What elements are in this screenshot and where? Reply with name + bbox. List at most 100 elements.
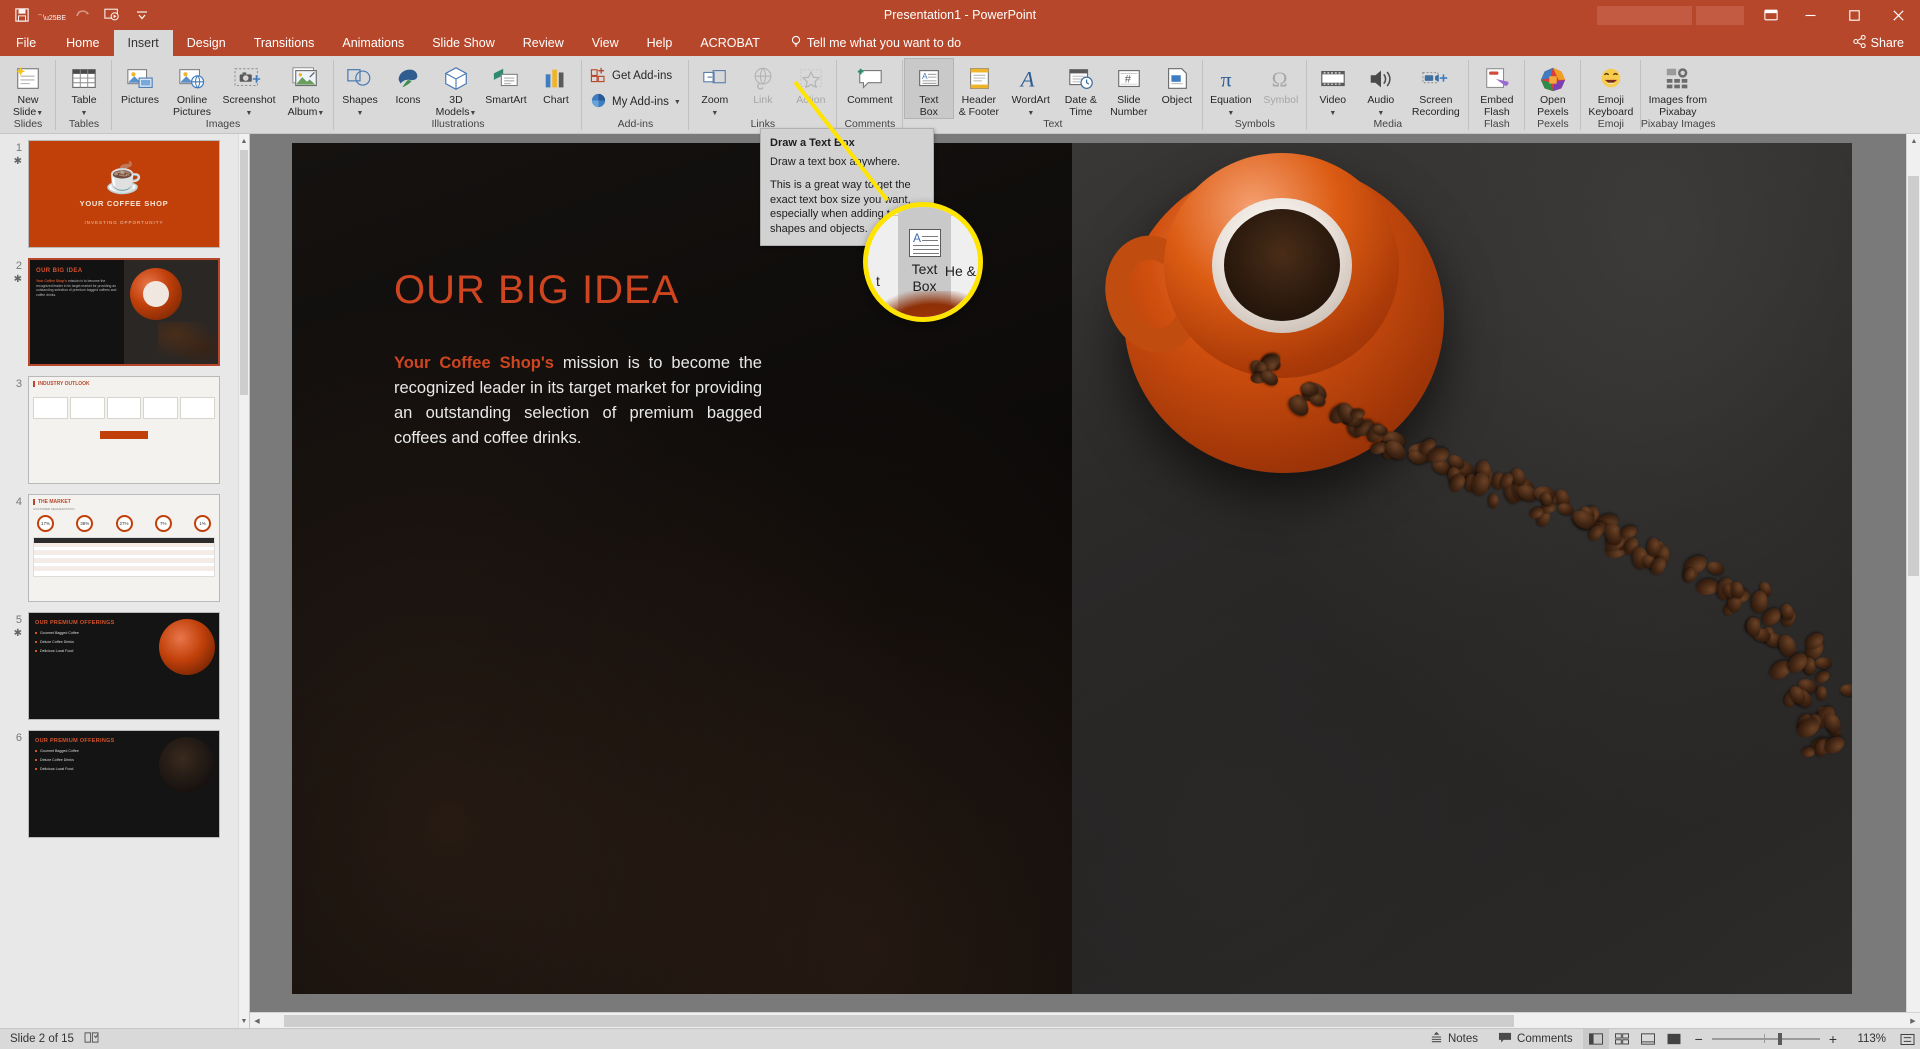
slide-thumbnail-3[interactable]: INDUSTRY OUTLOOK: [28, 376, 220, 484]
online-pictures-button[interactable]: Online Pictures: [166, 59, 218, 118]
tab-review[interactable]: Review: [509, 30, 578, 56]
chart-button[interactable]: Chart: [532, 59, 580, 107]
audio-button[interactable]: Audio ▼: [1357, 59, 1405, 118]
list-item[interactable]: 4 THE MARKET CUSTOMER SEGMENTATION 17% 3…: [0, 494, 238, 612]
slide-thumbnail-5[interactable]: OUR PREMIUM OFFERINGS Gourmet Bagged Cof…: [28, 612, 220, 720]
notes-button[interactable]: Notes: [1420, 1029, 1488, 1049]
quick-access-toolbar[interactable]: \u25BE: [0, 3, 156, 27]
video-button[interactable]: Video ▼: [1309, 59, 1357, 118]
zoom-button[interactable]: Zoom ▼: [691, 59, 739, 118]
scroll-up-icon[interactable]: ▲: [239, 134, 249, 148]
list-item[interactable]: 5 ✱ OUR PREMIUM OFFERINGS Gourmet Bagged…: [0, 612, 238, 730]
zoom-in-button[interactable]: +: [1829, 1031, 1837, 1047]
tab-insert[interactable]: Insert: [113, 30, 173, 56]
restore-button[interactable]: [1832, 0, 1876, 30]
emoji-keyboard-button[interactable]: Emoji Keyboard: [1583, 59, 1639, 118]
tab-slide-show[interactable]: Slide Show: [418, 30, 509, 56]
object-button[interactable]: Object: [1153, 59, 1201, 107]
open-pexels-button[interactable]: Open Pexels: [1527, 59, 1579, 118]
link-button[interactable]: Link: [739, 59, 787, 107]
slide-show-view-button[interactable]: [1661, 1029, 1687, 1049]
close-button[interactable]: [1876, 0, 1920, 30]
redo-icon[interactable]: [68, 3, 96, 27]
photo-album-button[interactable]: Photo Album▼: [280, 59, 332, 118]
reading-view-button[interactable]: [1635, 1029, 1661, 1049]
zoom-out-button[interactable]: −: [1695, 1031, 1703, 1047]
slide-number-button[interactable]: # Slide Number: [1105, 59, 1153, 118]
zoom-slider-knob[interactable]: [1777, 1033, 1782, 1045]
customize-quick-access-toolbar-icon[interactable]: [128, 3, 156, 27]
accessibility-checker-icon[interactable]: [84, 1031, 99, 1047]
zoom-control[interactable]: − + 113%: [1687, 1031, 1894, 1047]
zoom-slider[interactable]: [1711, 1033, 1820, 1045]
slide-thumbnail-list[interactable]: 1 ✱ ☕ YOUR COFFEE SHOP INVESTING OPPORTU…: [0, 134, 238, 1028]
screen-recording-button[interactable]: Screen Recording: [1405, 59, 1467, 118]
pictures-button[interactable]: Pictures: [114, 59, 166, 107]
get-addins-button[interactable]: Get Add-ins: [584, 63, 678, 89]
scroll-up-icon[interactable]: ▲: [1907, 134, 1920, 148]
chevron-down-icon[interactable]: ▼: [674, 99, 681, 106]
tab-file[interactable]: File: [0, 30, 52, 56]
shapes-button[interactable]: Shapes ▼: [336, 59, 384, 118]
scrollbar-thumb[interactable]: [284, 1014, 1514, 1027]
window-controls[interactable]: [1597, 0, 1920, 30]
scrollbar-thumb[interactable]: [1908, 176, 1919, 576]
tab-animations[interactable]: Animations: [328, 30, 418, 56]
slide-image-area[interactable]: [1072, 143, 1852, 994]
new-slide-button[interactable]: New Slide▼: [2, 59, 54, 118]
tell-me-search[interactable]: Tell me what you want to do: [780, 30, 971, 56]
minimize-button[interactable]: [1788, 0, 1832, 30]
3d-models-button[interactable]: 3D Models▼: [432, 59, 480, 118]
scrollbar-thumb[interactable]: [240, 150, 248, 395]
slide-body[interactable]: Your Coffee Shop's mission is to become …: [394, 351, 762, 451]
text-box-button[interactable]: A Text Box: [903, 58, 954, 119]
wordart-button[interactable]: A WordArt ▼: [1005, 59, 1057, 118]
ribbon[interactable]: New Slide▼ Slides Table ▼ Tables Pictures: [0, 56, 1920, 134]
embed-flash-button[interactable]: Embed Flash: [1471, 59, 1523, 118]
undo-icon[interactable]: \u25BE: [38, 3, 66, 27]
table-button[interactable]: Table ▼: [58, 59, 110, 118]
slide-editing-stage[interactable]: OUR BIG IDEA Your Coffee Shop's mission …: [250, 134, 1920, 1028]
symbol-button[interactable]: Ω Symbol: [1257, 59, 1305, 107]
equation-button[interactable]: π Equation ▼: [1205, 59, 1257, 118]
list-item[interactable]: 6 OUR PREMIUM OFFERINGS Gourmet Bagged C…: [0, 730, 238, 848]
share-button[interactable]: Share: [1837, 30, 1920, 56]
tab-view[interactable]: View: [578, 30, 633, 56]
slide-panel-scrollbar[interactable]: ▲ ▼: [238, 134, 249, 1028]
slide-thumbnail-panel[interactable]: 1 ✱ ☕ YOUR COFFEE SHOP INVESTING OPPORTU…: [0, 134, 250, 1028]
slide-sorter-view-button[interactable]: [1609, 1029, 1635, 1049]
icons-button[interactable]: Icons: [384, 59, 432, 107]
slide-thumbnail-4[interactable]: THE MARKET CUSTOMER SEGMENTATION 17% 38%…: [28, 494, 220, 602]
tab-design[interactable]: Design: [173, 30, 240, 56]
list-item[interactable]: 3 INDUSTRY OUTLOOK: [0, 376, 238, 494]
images-from-pixabay-button[interactable]: Images from Pixabay: [1643, 59, 1713, 118]
date-time-button[interactable]: Date & Time: [1057, 59, 1105, 118]
list-item[interactable]: 1 ✱ ☕ YOUR COFFEE SHOP INVESTING OPPORTU…: [0, 140, 238, 258]
normal-view-button[interactable]: [1582, 1028, 1609, 1049]
slide-thumbnail-6[interactable]: OUR PREMIUM OFFERINGS Gourmet Bagged Cof…: [28, 730, 220, 838]
comments-button[interactable]: Comments: [1488, 1029, 1583, 1049]
comment-button[interactable]: Comment: [839, 59, 901, 107]
start-slideshow-icon[interactable]: [98, 3, 126, 27]
vertical-scrollbar[interactable]: ▲: [1906, 134, 1920, 1012]
screenshot-button[interactable]: Screenshot ▼: [218, 59, 280, 118]
scroll-down-icon[interactable]: ▼: [239, 1014, 249, 1028]
scroll-right-icon[interactable]: ▶: [1906, 1014, 1920, 1028]
ribbon-display-options-icon[interactable]: [1754, 0, 1788, 30]
zoom-percent[interactable]: 113%: [1846, 1033, 1886, 1045]
header-footer-button[interactable]: Header & Footer: [953, 59, 1005, 118]
tab-transitions[interactable]: Transitions: [240, 30, 329, 56]
fit-slide-to-window-button[interactable]: [1894, 1029, 1920, 1049]
scroll-left-icon[interactable]: ◀: [250, 1014, 264, 1028]
current-slide[interactable]: OUR BIG IDEA Your Coffee Shop's mission …: [292, 143, 1852, 994]
ribbon-tab-strip[interactable]: File Home Insert Design Transitions Anim…: [0, 30, 1920, 56]
status-bar[interactable]: Slide 2 of 15 Notes Comments − + 113%: [0, 1028, 1920, 1049]
save-icon[interactable]: [8, 3, 36, 27]
my-addins-button[interactable]: My Add-ins ▼: [584, 89, 687, 115]
tab-acrobat[interactable]: ACROBAT: [686, 30, 774, 56]
tab-help[interactable]: Help: [633, 30, 687, 56]
tab-home[interactable]: Home: [52, 30, 113, 56]
status-right[interactable]: Notes Comments − + 113%: [1420, 1028, 1920, 1049]
slide-thumbnail-1[interactable]: ☕ YOUR COFFEE SHOP INVESTING OPPORTUNITY: [28, 140, 220, 248]
slide-thumbnail-2[interactable]: OUR BIG IDEA Your Coffee Shop's mission …: [28, 258, 220, 366]
